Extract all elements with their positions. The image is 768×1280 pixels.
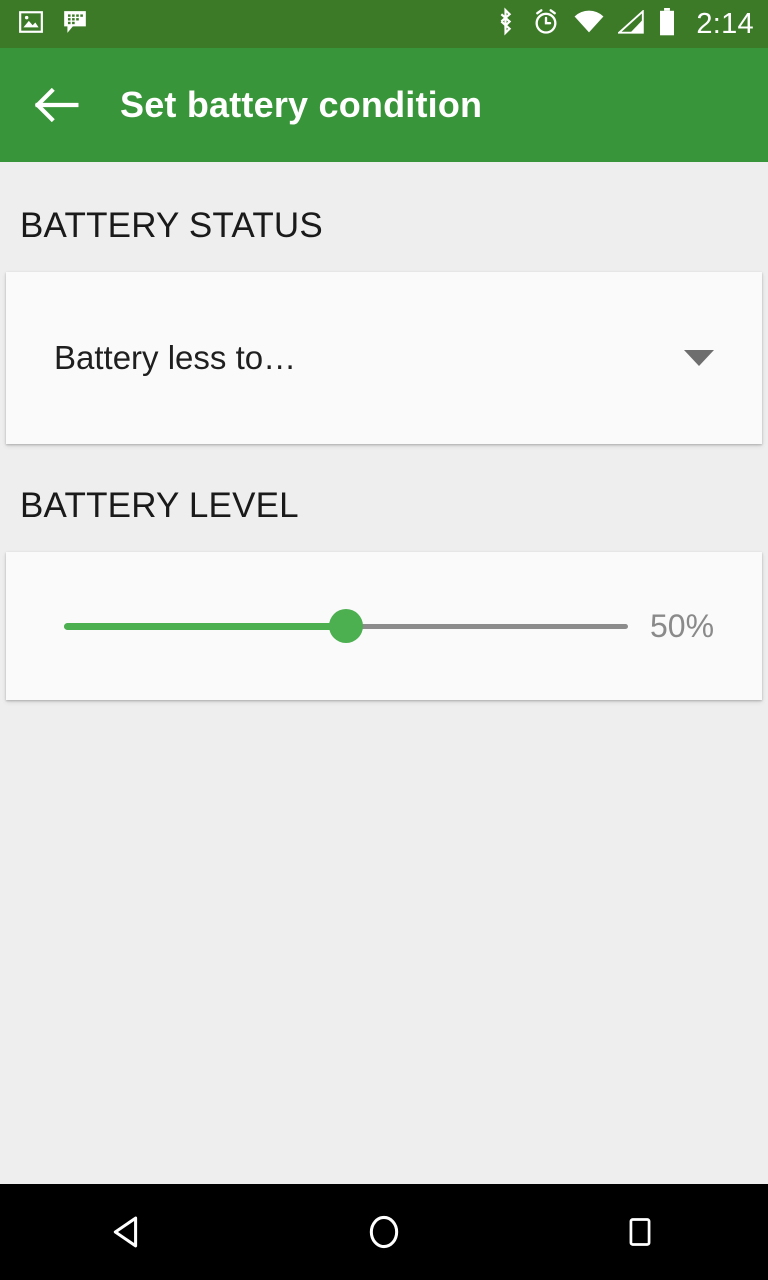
nav-home-icon[interactable] — [256, 1213, 512, 1251]
battery-level-value: 50% — [650, 607, 715, 644]
page-title: Set battery condition — [120, 84, 483, 125]
battery-level-header: BATTERY LEVEL — [20, 486, 299, 525]
status-bar: 2:14 — [0, 0, 768, 48]
phone-screen: 2:14 Set battery condition BATTERY STATU… — [0, 0, 768, 1280]
bbm-chat-icon — [62, 9, 88, 40]
back-arrow-icon[interactable] — [29, 77, 85, 133]
alarm-icon — [532, 8, 560, 41]
wifi-icon — [574, 10, 604, 39]
battery-status-dropdown-value: Battery less to… — [54, 339, 297, 376]
slider-track-active — [64, 622, 346, 630]
photo-icon — [18, 9, 44, 40]
chevron-down-icon — [684, 350, 714, 366]
status-bar-notifications — [18, 9, 88, 40]
app-bar: Set battery condition — [0, 48, 768, 162]
battery-status-dropdown[interactable]: Battery less to… — [6, 272, 762, 444]
nav-recents-icon[interactable] — [512, 1215, 768, 1249]
nav-back-icon[interactable] — [0, 1213, 256, 1251]
battery-icon — [658, 7, 676, 41]
slider-thumb[interactable] — [329, 609, 363, 643]
battery-status-header: BATTERY STATUS — [20, 206, 323, 245]
status-bar-system-icons: 2:14 — [493, 7, 754, 41]
android-nav-bar — [0, 1184, 768, 1280]
cell-signal-icon — [617, 8, 645, 39]
bluetooth-icon — [493, 7, 518, 41]
status-bar-clock: 2:14 — [696, 7, 754, 40]
content-area: BATTERY STATUS Battery less to… BATTERY … — [0, 162, 768, 1184]
battery-level-card: 50% — [6, 552, 762, 700]
battery-level-slider[interactable] — [64, 606, 628, 646]
